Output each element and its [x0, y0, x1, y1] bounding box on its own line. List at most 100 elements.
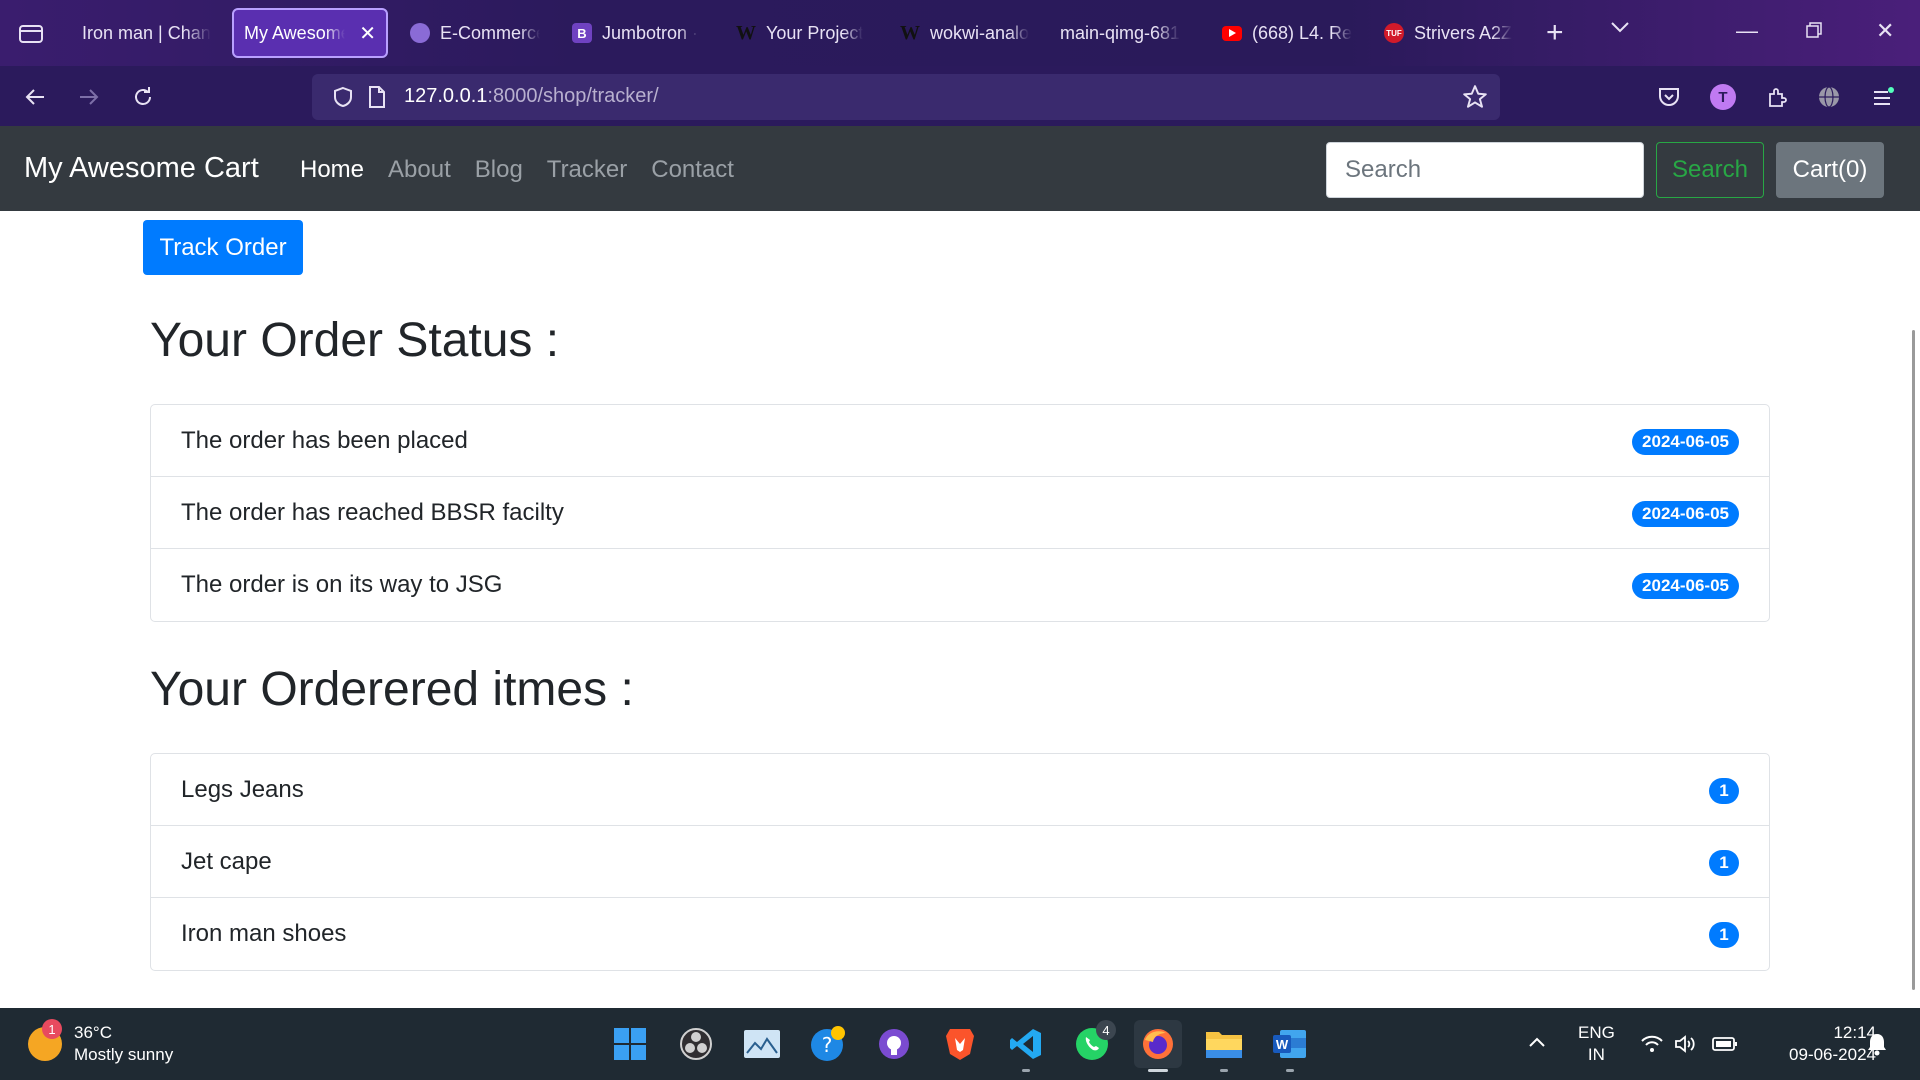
start-windows-icon[interactable] — [606, 1020, 654, 1068]
browser-tab-strip: Iron man | Chan My Awesome ✕ E-Commerce … — [0, 0, 1920, 66]
pocket-icon[interactable] — [1654, 82, 1684, 112]
tab-your-project[interactable]: W Your Project — [726, 8, 876, 58]
item-name: Jet cape — [181, 847, 272, 875]
cart-button[interactable]: Cart(0) — [1776, 142, 1884, 198]
get-help-icon[interactable]: ? — [804, 1020, 852, 1068]
search-input[interactable] — [1326, 142, 1644, 198]
vpn-globe-icon[interactable] — [1814, 82, 1844, 112]
svg-text:?: ? — [822, 1033, 833, 1057]
tab-title: Jumbotron · — [602, 22, 699, 43]
tab-title: Iron man | Chan — [82, 22, 211, 43]
reload-icon[interactable] — [128, 82, 158, 112]
whatsapp-badge: 4 — [1096, 1020, 1116, 1040]
date-badge: 2024-06-05 — [1632, 501, 1739, 527]
weather-widget[interactable]: 1 36°C Mostly sunny — [28, 1019, 174, 1066]
show-hidden-icons-chevron-icon[interactable] — [1528, 1032, 1546, 1054]
whatsapp-icon[interactable]: 4 — [1068, 1020, 1116, 1068]
github-desktop-icon[interactable] — [870, 1020, 918, 1068]
vscode-icon[interactable] — [1002, 1020, 1050, 1072]
word-icon[interactable]: W — [1266, 1020, 1314, 1072]
item-name: Legs Jeans — [181, 775, 304, 803]
tab-title: E-Commerce — [440, 22, 540, 43]
language-code: ENG — [1578, 1023, 1615, 1042]
svg-text:W: W — [1276, 1037, 1289, 1052]
tab-strivers[interactable]: TUF Strivers A2Z — [1374, 8, 1524, 58]
track-order-button[interactable]: Track Order — [143, 220, 303, 275]
close-tab-icon[interactable]: ✕ — [359, 21, 376, 46]
clock-date: 09-06-2024 — [1789, 1045, 1876, 1064]
tab-overview-icon[interactable] — [14, 18, 48, 48]
tuf-icon: TUF — [1384, 23, 1404, 43]
language-indicator[interactable]: ENG IN — [1578, 1022, 1615, 1066]
tab-title: My Awesome — [244, 22, 346, 43]
tab-title: Your Project — [766, 22, 864, 43]
list-item: The order has reached BBSR facilty 2024-… — [151, 477, 1769, 549]
minimize-icon[interactable]: — — [1736, 18, 1758, 44]
nav-tracker[interactable]: Tracker — [547, 156, 627, 184]
extensions-icon[interactable] — [1762, 82, 1792, 112]
tab-title: main-qimg-681 — [1060, 22, 1181, 43]
url-text: 127.0.0.1:8000/shop/tracker/ — [404, 85, 659, 108]
youtube-icon — [1222, 25, 1242, 41]
nav-home[interactable]: Home — [300, 156, 364, 184]
page-info-icon[interactable] — [368, 86, 386, 113]
wokwi-icon: W — [736, 21, 756, 44]
site-navbar: My Awesome Cart Home About Blog Tracker … — [0, 126, 1920, 211]
volume-icon[interactable] — [1674, 1034, 1698, 1060]
tab-iron-man[interactable]: Iron man | Chan — [72, 8, 222, 58]
list-item: The order has been placed 2024-06-05 — [151, 405, 1769, 477]
wifi-icon[interactable] — [1640, 1034, 1664, 1060]
wokwi-icon: W — [900, 21, 920, 44]
weather-temp: 36°C — [74, 1023, 112, 1042]
nav-links: Home About Blog Tracker Contact — [300, 156, 734, 184]
shield-icon[interactable] — [332, 86, 354, 113]
sun-icon: 1 — [28, 1019, 62, 1061]
brand-logo-text[interactable]: My Awesome Cart — [24, 152, 259, 185]
bootstrap-icon: B — [572, 23, 592, 43]
firefox-icon[interactable] — [1134, 1020, 1182, 1072]
tab-main-qimg[interactable]: main-qimg-681 — [1050, 8, 1200, 58]
bookmark-star-icon[interactable] — [1462, 84, 1488, 115]
tab-title: Strivers A2Z — [1414, 22, 1513, 43]
obs-icon[interactable] — [672, 1020, 720, 1068]
notification-bell-icon[interactable] — [1866, 1032, 1888, 1062]
quantity-badge: 1 — [1709, 850, 1739, 876]
search-button[interactable]: Search — [1656, 142, 1764, 198]
avatar-icon — [410, 23, 430, 43]
forward-arrow-icon[interactable] — [74, 82, 104, 112]
item-name: Iron man shoes — [181, 920, 347, 947]
battery-icon[interactable] — [1712, 1036, 1738, 1058]
back-arrow-icon[interactable] — [20, 82, 50, 112]
close-window-icon[interactable]: ✕ — [1876, 18, 1894, 44]
nav-about[interactable]: About — [388, 156, 451, 184]
address-bar[interactable]: 127.0.0.1:8000/shop/tracker/ — [312, 74, 1500, 120]
restore-icon[interactable] — [1806, 18, 1822, 44]
photos-icon[interactable] — [738, 1020, 786, 1068]
windows-taskbar: 1 36°C Mostly sunny ? 4 W ENG IN 12:14 0… — [0, 1008, 1920, 1080]
tab-jumbotron[interactable]: B Jumbotron · — [562, 8, 712, 58]
browser-toolbar: 127.0.0.1:8000/shop/tracker/ T — [0, 66, 1920, 126]
order-status-heading: Your Order Status : — [150, 314, 560, 367]
new-tab-icon[interactable]: + — [1546, 18, 1564, 48]
account-avatar[interactable]: T — [1708, 82, 1738, 112]
url-path: :8000/shop/tracker/ — [487, 85, 659, 107]
weather-desc: Mostly sunny — [74, 1045, 174, 1064]
tab-youtube[interactable]: (668) L4. Rev — [1212, 8, 1362, 58]
clock[interactable]: 12:14 09-06-2024 — [1760, 1022, 1876, 1066]
quantity-badge: 1 — [1709, 922, 1739, 948]
date-badge: 2024-06-05 — [1632, 573, 1739, 599]
nav-blog[interactable]: Blog — [475, 156, 523, 184]
page-scrollbar[interactable] — [1912, 330, 1915, 990]
ordered-items-list: Legs Jeans 1 Jet cape 1 Iron man shoes 1 — [150, 753, 1770, 971]
list-item: Jet cape 1 — [151, 826, 1769, 898]
file-explorer-icon[interactable] — [1200, 1020, 1248, 1072]
status-text: The order is on its way to JSG — [181, 571, 503, 598]
app-menu-icon[interactable] — [1868, 82, 1898, 112]
tab-my-awesome-cart[interactable]: My Awesome ✕ — [232, 8, 388, 58]
tab-e-commerce[interactable]: E-Commerce — [400, 8, 550, 58]
list-all-tabs-icon[interactable] — [1610, 20, 1630, 39]
tab-wokwi-analog[interactable]: W wokwi-analo — [890, 8, 1040, 58]
brave-browser-icon[interactable] — [936, 1020, 984, 1068]
nav-contact[interactable]: Contact — [651, 156, 734, 184]
clock-time: 12:14 — [1833, 1023, 1876, 1042]
